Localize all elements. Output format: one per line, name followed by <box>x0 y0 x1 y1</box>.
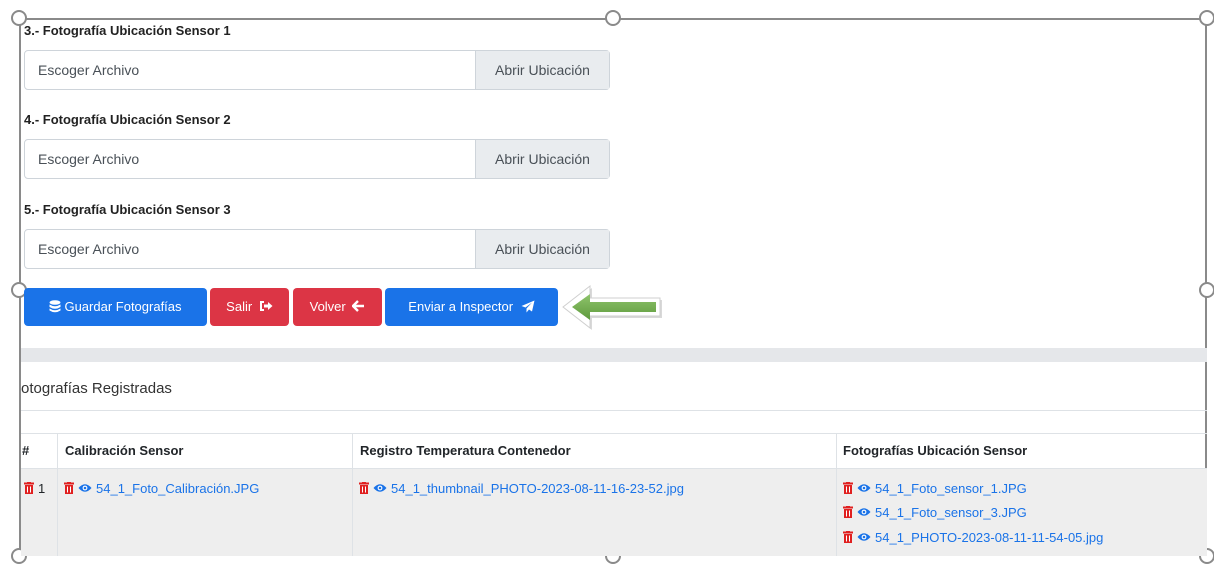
file-placeholder: Escoger Archivo <box>38 151 140 167</box>
column-header-number: # <box>22 443 30 458</box>
column-header-calibracion: Calibración Sensor <box>65 443 184 458</box>
save-photos-label: Guardar Fotografías <box>64 299 182 314</box>
file-link[interactable]: 54_1_Foto_Calibración.JPG <box>96 481 259 496</box>
file-link[interactable]: 54_1_thumbnail_PHOTO-2023-08-11-16-23-52… <box>391 481 684 496</box>
ubicacion-file-item[interactable]: 54_1_Foto_sensor_1.JPG <box>843 481 1027 496</box>
eye-icon[interactable] <box>857 483 871 493</box>
resize-handle-top[interactable] <box>605 10 621 26</box>
eye-icon[interactable] <box>857 532 871 542</box>
database-icon <box>49 300 61 313</box>
arrow-left-icon <box>351 300 365 312</box>
paper-plane-icon <box>521 300 535 313</box>
save-photos-button[interactable]: Guardar Fotografías <box>24 288 207 326</box>
exit-label: Salir <box>226 299 253 314</box>
file-link[interactable]: 54_1_Foto_sensor_3.JPG <box>875 505 1027 520</box>
table-top-border <box>21 433 1207 434</box>
column-header-temperatura: Registro Temperatura Contenedor <box>360 443 571 458</box>
eye-icon[interactable] <box>78 483 92 493</box>
section-title: otografías Registradas <box>21 380 172 397</box>
section-divider <box>21 348 1207 362</box>
send-to-inspector-button[interactable]: Enviar a Inspector <box>385 288 558 326</box>
section-divider-line <box>21 410 1207 411</box>
file-input-sensor-2[interactable]: Escoger Archivo Abrir Ubicación <box>24 139 610 179</box>
table-header-border <box>21 468 1207 469</box>
annotation-arrow-icon <box>562 284 662 330</box>
resize-handle-right[interactable] <box>1199 282 1214 298</box>
column-divider <box>836 434 837 556</box>
browse-button[interactable]: Abrir Ubicación <box>475 140 609 178</box>
file-link[interactable]: 54_1_Foto_sensor_1.JPG <box>875 481 1027 496</box>
field-label-sensor-3: 5.- Fotografía Ubicación Sensor 3 <box>24 202 231 217</box>
eye-icon[interactable] <box>373 483 387 493</box>
file-link[interactable]: 54_1_PHOTO-2023-08-11-11-54-05.jpg <box>875 530 1103 545</box>
trash-icon[interactable] <box>359 482 369 494</box>
column-divider <box>57 434 58 556</box>
temperatura-file-item[interactable]: 54_1_thumbnail_PHOTO-2023-08-11-16-23-52… <box>359 481 684 496</box>
send-to-inspector-label: Enviar a Inspector <box>408 299 514 314</box>
row-number-cell: 1 <box>24 481 45 496</box>
eye-icon[interactable] <box>857 507 871 517</box>
row-number: 1 <box>38 481 46 496</box>
trash-icon[interactable] <box>64 482 74 494</box>
trash-icon[interactable] <box>843 506 853 518</box>
resize-handle-top-right[interactable] <box>1199 10 1214 26</box>
browse-button[interactable]: Abrir Ubicación <box>475 51 609 89</box>
calibracion-file-item[interactable]: 54_1_Foto_Calibración.JPG <box>64 481 259 496</box>
exit-button[interactable]: Salir <box>210 288 289 326</box>
field-label-sensor-2: 4.- Fotografía Ubicación Sensor 2 <box>24 112 231 127</box>
file-placeholder: Escoger Archivo <box>38 62 140 78</box>
file-placeholder: Escoger Archivo <box>38 241 140 257</box>
field-label-sensor-1: 3.- Fotografía Ubicación Sensor 1 <box>24 23 231 38</box>
column-header-ubicacion: Fotografías Ubicación Sensor <box>843 443 1028 458</box>
trash-icon[interactable] <box>843 531 853 543</box>
browse-button[interactable]: Abrir Ubicación <box>475 230 609 268</box>
back-button[interactable]: Volver <box>293 288 382 326</box>
sign-out-icon <box>259 301 273 311</box>
column-divider <box>352 434 353 556</box>
back-label: Volver <box>309 299 346 314</box>
ubicacion-file-item[interactable]: 54_1_Foto_sensor_3.JPG <box>843 505 1027 520</box>
file-input-sensor-3[interactable]: Escoger Archivo Abrir Ubicación <box>24 229 610 269</box>
file-input-sensor-1[interactable]: Escoger Archivo Abrir Ubicación <box>24 50 610 90</box>
ubicacion-file-item[interactable]: 54_1_PHOTO-2023-08-11-11-54-05.jpg <box>843 530 1103 545</box>
trash-icon[interactable] <box>843 482 853 494</box>
trash-icon[interactable] <box>24 482 34 494</box>
